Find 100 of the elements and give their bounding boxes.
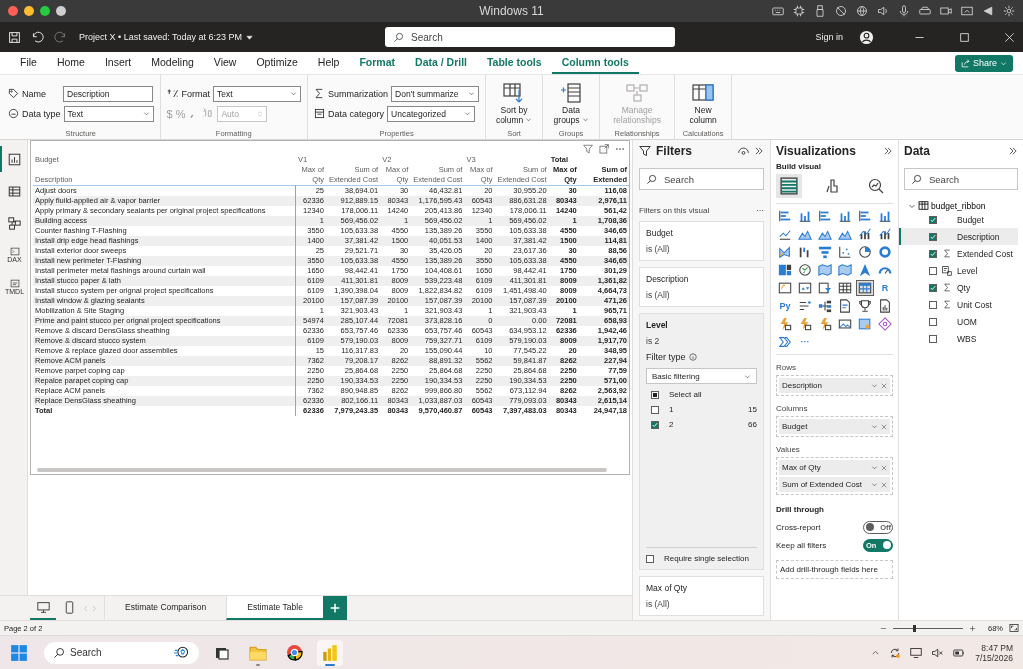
ribbon-tab[interactable]: Help	[307, 52, 350, 74]
visual-type-button[interactable]	[816, 280, 834, 296]
ribbon-tab[interactable]: Table tools	[477, 52, 552, 74]
checkbox[interactable]	[929, 334, 937, 343]
ribbon-tab[interactable]: Home	[46, 52, 95, 74]
more-options-button[interactable]: ···	[756, 206, 764, 215]
script-visual-button[interactable]: R	[876, 280, 894, 296]
checkbox[interactable]	[929, 266, 937, 275]
file-menu-button[interactable]: Project X • Last saved: Today at 6:23 PM	[77, 30, 256, 44]
sign-in-button[interactable]: Sign in	[809, 31, 849, 43]
triangle-icon[interactable]	[982, 5, 994, 17]
field-item[interactable]: Extended Cost	[899, 245, 1018, 262]
filter-card[interactable]: Max of Qty is (All)	[639, 576, 764, 616]
field-item[interactable]: Unit Cost	[899, 296, 1018, 313]
ribbon-button[interactable]: New column	[681, 79, 726, 128]
plus-icon[interactable]	[969, 624, 976, 632]
scrollbar[interactable]	[37, 468, 607, 472]
focus-mode-icon[interactable]	[599, 144, 609, 154]
fit-page-icon[interactable]	[1009, 623, 1019, 633]
ribbon-button[interactable]: Sort by column	[492, 79, 537, 128]
monitor-icon[interactable]	[910, 646, 923, 659]
blocked-icon[interactable]	[835, 5, 847, 17]
visual-type-button[interactable]	[836, 316, 854, 332]
close-control[interactable]	[8, 6, 18, 16]
field-chip[interactable]: Max of Qty	[779, 460, 890, 475]
search-field[interactable]: Search	[385, 27, 676, 47]
field-chip[interactable]: Sum of Extended Cost	[779, 477, 890, 492]
sync-icon[interactable]	[889, 646, 902, 659]
checkbox[interactable]	[651, 405, 659, 414]
field-item[interactable]: Budget	[899, 211, 1018, 228]
visual-type-button[interactable]	[856, 280, 874, 296]
ribbon-tab[interactable]: View	[203, 52, 247, 74]
filter-card[interactable]: Description is (All)	[639, 267, 764, 307]
checkbox[interactable]	[929, 215, 937, 224]
field-chip[interactable]: Description	[779, 378, 890, 393]
visual-type-button[interactable]	[856, 244, 874, 260]
search-field[interactable]: Search	[639, 168, 764, 190]
microphone-icon[interactable]	[898, 5, 910, 17]
ribbon-button[interactable]: Data groups	[549, 79, 594, 128]
eye-icon[interactable]	[738, 145, 749, 157]
checkbox[interactable]	[646, 554, 654, 563]
visual-type-button[interactable]	[876, 226, 894, 242]
maximize-icon[interactable]	[959, 31, 970, 43]
close-icon[interactable]	[1004, 31, 1015, 43]
field-item[interactable]: Description	[899, 228, 1018, 245]
usb-drive-icon[interactable]	[814, 5, 826, 17]
dropdown[interactable]: Don't summarize	[391, 85, 480, 102]
dropdown[interactable]: Uncategorized	[387, 105, 476, 122]
ribbon-tab[interactable]: Modeling	[141, 52, 204, 74]
windows-logo-icon[interactable]	[10, 643, 28, 662]
dropdown[interactable]: Basic filtering	[646, 368, 757, 384]
chip-icon[interactable]	[793, 5, 805, 17]
visual-type-button[interactable]	[856, 226, 874, 242]
field-item[interactable]: WBS	[899, 330, 1018, 347]
muted-speaker-icon[interactable]	[931, 646, 944, 659]
field-item[interactable]: Qty	[899, 279, 1018, 296]
visual-type-button[interactable]	[776, 262, 794, 278]
pane-tab[interactable]	[776, 174, 802, 198]
checkbox[interactable]	[651, 390, 659, 399]
share-button[interactable]: Share	[954, 54, 1013, 72]
visual-type-button[interactable]	[856, 298, 874, 314]
checkbox[interactable]	[651, 420, 659, 429]
redo-icon[interactable]	[54, 30, 67, 44]
undo-icon[interactable]	[31, 30, 44, 44]
chevron-up-icon[interactable]	[871, 648, 881, 657]
field-item[interactable]: Level	[899, 262, 1018, 279]
ribbon-tab[interactable]: Format	[349, 52, 406, 74]
drive-icon[interactable]	[919, 5, 931, 17]
speaker-icon[interactable]	[877, 5, 889, 17]
search-field[interactable]: Search	[44, 641, 199, 664]
checkbox[interactable]	[929, 232, 937, 241]
field-item[interactable]: UOM	[899, 313, 1018, 330]
ribbon-tab[interactable]: File	[10, 52, 47, 74]
dropdown[interactable]: Text	[213, 85, 302, 102]
field-chip[interactable]: Budget	[779, 419, 890, 434]
gear-icon[interactable]	[1003, 5, 1015, 17]
screen-icon[interactable]	[961, 5, 973, 17]
keyboard-icon[interactable]	[772, 5, 784, 17]
checkbox[interactable]	[929, 283, 937, 292]
page-tab[interactable]: Estimate Table	[226, 596, 323, 620]
checkbox[interactable]	[929, 317, 937, 326]
slider-thumb[interactable]	[913, 624, 916, 632]
avatar-icon[interactable]	[859, 29, 874, 45]
visual-type-button[interactable]	[816, 298, 834, 314]
visual-type-button[interactable]	[796, 262, 814, 278]
ribbon-tab[interactable]: Insert	[94, 52, 142, 74]
visual-type-button[interactable]	[836, 280, 854, 296]
camera-icon[interactable]	[940, 5, 952, 17]
globe-icon[interactable]	[856, 5, 868, 17]
dropdown[interactable]: Text	[63, 105, 154, 122]
input-field[interactable]: Description	[63, 85, 153, 102]
ribbon-tab[interactable]: Optimize	[246, 52, 308, 74]
checkbox[interactable]	[929, 300, 937, 309]
search-field[interactable]: Search	[904, 168, 1018, 190]
checkbox[interactable]	[929, 249, 937, 258]
table-node[interactable]: budget_ribbon	[904, 200, 986, 211]
ribbon-tab[interactable]: Data / Drill	[405, 52, 477, 74]
add-page-button[interactable]	[322, 596, 347, 620]
battery-icon[interactable]	[952, 646, 967, 659]
more-button[interactable]: ···	[796, 334, 814, 350]
